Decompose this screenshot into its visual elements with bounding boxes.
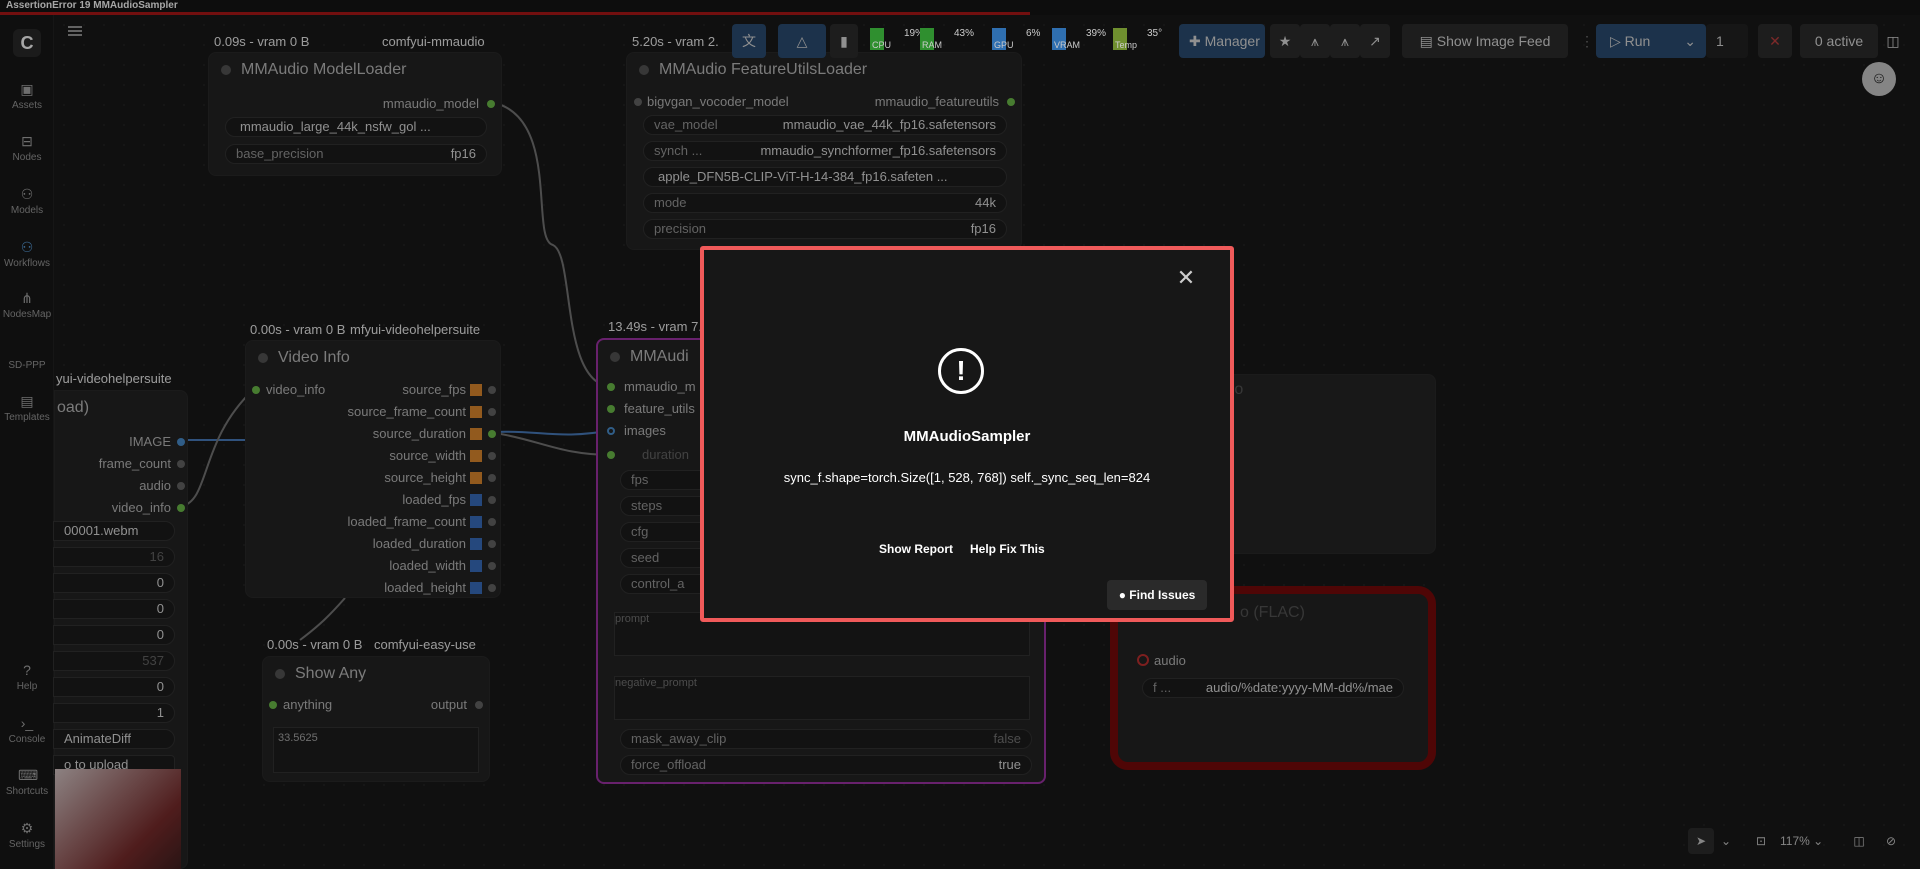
stat-label: VRAM: [1054, 40, 1081, 50]
close-icon[interactable]: ✕: [1176, 267, 1196, 289]
stat-label: RAM: [922, 40, 942, 50]
stat-value: 43%: [954, 28, 975, 39]
find-issues-button[interactable]: ● Find Issues: [1107, 580, 1207, 610]
help-fix-button[interactable]: Help Fix This: [970, 542, 1045, 556]
stat-label: Temp: [1115, 40, 1138, 50]
github-icon: ●: [1118, 588, 1130, 602]
dialog-title: MMAudioSampler: [903, 428, 1031, 445]
show-report-button[interactable]: Show Report: [879, 542, 953, 556]
alert-icon: !: [938, 348, 984, 394]
stat-value: 35°: [1147, 28, 1163, 39]
stat-label: CPU: [872, 40, 892, 50]
stat-value: 6%: [1026, 28, 1041, 39]
stat-label: GPU: [994, 40, 1014, 50]
stat-value: 39%: [1086, 28, 1107, 39]
error-dialog: ✕ ! MMAudioSampler sync_f.shape=torch.Si…: [700, 246, 1234, 622]
error-message: sync_f.shape=torch.Size([1, 528, 768]) s…: [783, 470, 1151, 485]
